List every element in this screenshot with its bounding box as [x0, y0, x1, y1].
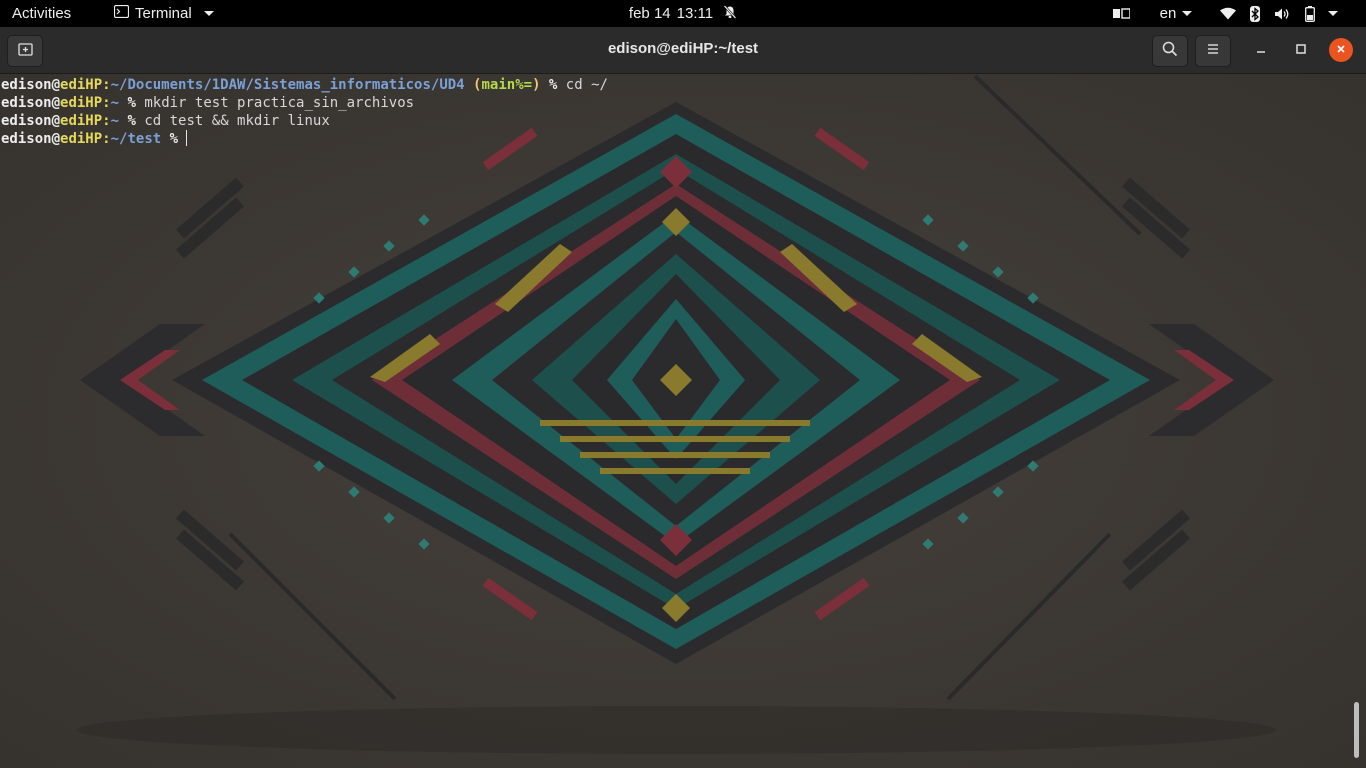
git-close: ): [532, 77, 541, 93]
prompt-path: ~/test: [110, 131, 162, 147]
prompt-path: ~/Documents/1DAW/Sistemas_informaticos/U…: [110, 77, 465, 93]
volume-icon[interactable]: [1268, 0, 1296, 27]
language-label: en: [1159, 5, 1177, 22]
activities-label: Activities: [12, 5, 72, 22]
prompt-symbol: %: [119, 113, 145, 129]
new-tab-button[interactable]: [7, 35, 43, 67]
terminal-app-icon: [113, 4, 130, 22]
bluetooth-icon[interactable]: [1242, 0, 1268, 27]
terminal-background-image: [0, 74, 1366, 768]
menu-button[interactable]: [1195, 35, 1231, 67]
app-menu-label: Terminal: [135, 5, 192, 22]
terminal-window: edison@ediHP:~/test edison@ediHP:~/Docum…: [0, 27, 1366, 768]
prompt-at: @: [51, 113, 61, 129]
prompt-user: edison: [1, 95, 52, 111]
chevron-down-icon: [203, 11, 214, 16]
clock-button[interactable]: feb 14 13:11: [629, 5, 713, 22]
prompt-user: edison: [1, 113, 52, 129]
date-label: feb 14: [628, 5, 671, 22]
prompt-symbol: %: [540, 77, 566, 93]
close-icon: [1336, 41, 1346, 59]
wifi-icon[interactable]: [1214, 0, 1242, 27]
maximize-icon: [1296, 41, 1306, 59]
prompt-symbol: %: [119, 95, 145, 111]
language-selector[interactable]: en: [1148, 0, 1204, 27]
hamburger-menu-icon: [1206, 42, 1220, 60]
top-bar: Activities Terminal feb 14 13:11 en: [0, 0, 1366, 27]
prompt-separator: :: [102, 131, 111, 147]
terminal-line: edison@ediHP:~/Documents/1DAW/Sistemas_i…: [1, 76, 608, 94]
prompt-at: @: [51, 95, 61, 111]
close-button[interactable]: [1329, 38, 1353, 62]
minimize-button[interactable]: [1249, 38, 1273, 62]
command-text: cd ~/: [565, 77, 608, 93]
terminal-line: edison@ediHP:~ % mkdir test practica_sin…: [1, 94, 608, 112]
new-tab-icon: [17, 42, 33, 61]
prompt-user: edison: [1, 131, 52, 147]
prompt-at: @: [51, 131, 61, 147]
command-text: mkdir test practica_sin_archivos: [144, 95, 415, 111]
terminal-line: edison@ediHP:~/test %: [1, 130, 608, 148]
prompt-host: ediHP: [60, 95, 103, 111]
prompt-path: ~: [110, 95, 120, 111]
terminal-line: edison@ediHP:~ % cd test && mkdir linux: [1, 112, 608, 130]
keyboard-layout-icon[interactable]: [1104, 0, 1138, 27]
command-text: cd test && mkdir linux: [144, 113, 330, 129]
chevron-down-icon[interactable]: [1328, 11, 1338, 16]
prompt-separator: :: [102, 95, 111, 111]
scrollbar[interactable]: [1354, 702, 1359, 758]
prompt-symbol: %: [161, 131, 187, 147]
git-branch: main: [481, 77, 516, 93]
prompt-host: ediHP: [60, 77, 103, 93]
search-icon: [1162, 41, 1178, 62]
app-menu-button[interactable]: Terminal: [113, 0, 214, 27]
system-tray[interactable]: en: [1104, 0, 1338, 27]
prompt-path: ~: [110, 113, 120, 129]
battery-icon[interactable]: [1296, 0, 1324, 27]
search-button[interactable]: [1152, 35, 1188, 67]
terminal-area[interactable]: edison@ediHP:~/Documents/1DAW/Sistemas_i…: [0, 74, 1366, 768]
time-label: 13:11: [676, 5, 714, 22]
activities-button[interactable]: Activities: [12, 0, 71, 27]
text-cursor: [186, 130, 188, 146]
prompt-host: ediHP: [60, 131, 103, 147]
prompt-at: @: [51, 77, 61, 93]
maximize-button[interactable]: [1289, 38, 1313, 62]
minimize-icon: [1256, 41, 1266, 59]
git-status: %=: [515, 77, 533, 93]
prompt-user: edison: [1, 77, 52, 93]
prompt-separator: :: [102, 77, 111, 93]
prompt-host: ediHP: [60, 113, 103, 129]
notifications-muted-icon: [723, 4, 737, 23]
terminal-output[interactable]: edison@ediHP:~/Documents/1DAW/Sistemas_i…: [1, 76, 608, 148]
chevron-down-icon: [1182, 11, 1193, 16]
git-open: (: [464, 77, 482, 93]
prompt-separator: :: [102, 113, 111, 129]
header-bar[interactable]: edison@ediHP:~/test: [0, 27, 1366, 74]
